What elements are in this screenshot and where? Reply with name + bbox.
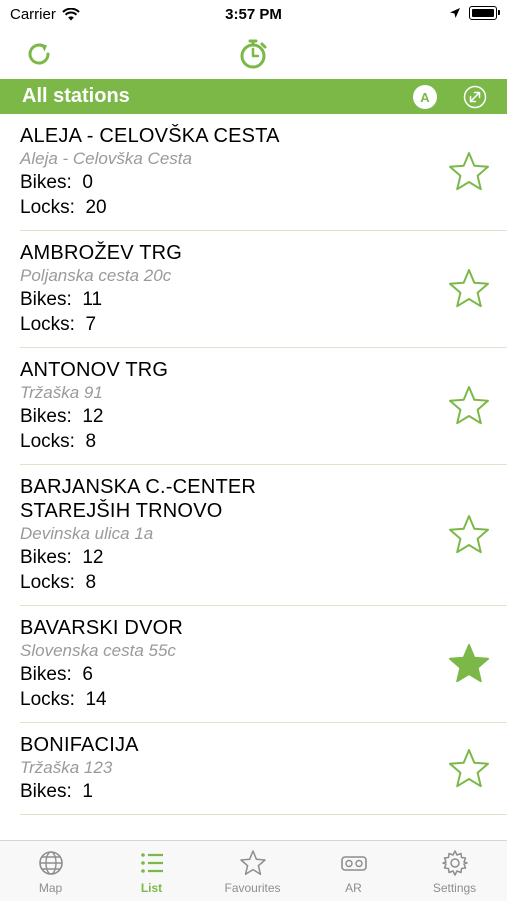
bikes-count: Bikes: 12: [20, 406, 104, 427]
locks-count: Locks: 8: [20, 572, 97, 593]
station-name: ALEJA - CELOVŠKA CESTA: [20, 125, 280, 147]
star-icon: [239, 850, 266, 876]
station-name: BONIFACIJA: [20, 734, 139, 756]
bikes-count: Bikes: 12: [20, 547, 104, 568]
star-icon: [449, 269, 489, 308]
refresh-button[interactable]: [19, 34, 59, 74]
toolbar: [0, 30, 507, 78]
bikes-count: Bikes: 11: [20, 289, 103, 310]
expand-icon: [463, 85, 487, 109]
station-name: AMBROŽEV TRG: [20, 242, 183, 264]
bikes-count: Bikes: 1: [20, 781, 93, 802]
timer-button[interactable]: [233, 34, 273, 74]
bikes-count: Bikes: 0: [20, 172, 93, 193]
stopwatch-icon: [240, 39, 267, 69]
station-name: BARJANSKA C.-CENTER STAREJŠIH TRNOVO: [20, 476, 257, 522]
expand-button[interactable]: [463, 85, 487, 109]
station-address: Poljanska cesta 20c: [20, 266, 172, 285]
clock: 3:57 PM: [225, 6, 282, 23]
station-address: Tržaška 91: [20, 383, 103, 402]
list-icon: [140, 853, 163, 873]
station-address: Devinska ulica 1a: [20, 524, 154, 543]
station-address: Slovenska cesta 55c: [20, 641, 176, 660]
station-row[interactable]: BONIFACIJA Tržaška 123 Bikes: 1 Locks:: [20, 723, 507, 815]
locks-count: Locks: 8: [20, 431, 97, 452]
star-icon: [449, 386, 489, 425]
tab-bar: Map List Favourites AR Settings: [0, 840, 507, 901]
tab-map-label: Map: [38, 881, 63, 895]
tab-settings[interactable]: Settings: [404, 841, 505, 901]
tab-settings-label: Settings: [432, 881, 477, 895]
station-row[interactable]: ANTONOV TRG Tržaška 91 Bikes: 12 Locks: …: [20, 348, 507, 465]
bikes-count: Bikes: 6: [20, 664, 93, 685]
refresh-icon: [28, 43, 50, 65]
station-list[interactable]: ALEJA - CELOVŠKA CESTA Aleja - Celovška …: [0, 114, 507, 840]
favourite-button[interactable]: [447, 384, 491, 428]
sort-alphabetical-button[interactable]: A: [413, 85, 437, 109]
status-bar: Carrier 3:57 PM: [0, 0, 507, 30]
station-name: ANTONOV TRG: [20, 359, 169, 381]
tab-favourites[interactable]: Favourites: [202, 841, 303, 901]
favourite-button[interactable]: [447, 150, 491, 194]
star-icon: [449, 152, 489, 191]
location-arrow-icon: [450, 8, 460, 18]
tab-list-label: List: [140, 881, 163, 895]
favourite-button[interactable]: [447, 747, 491, 791]
section-header: All stations A: [0, 79, 507, 114]
tab-ar[interactable]: AR: [303, 841, 404, 901]
station-address: Aleja - Celovška Cesta: [20, 149, 192, 168]
section-title: All stations: [22, 85, 130, 107]
vr-headset-icon: [340, 856, 367, 871]
gear-icon: [441, 850, 468, 876]
star-icon: [449, 644, 489, 683]
locks-count: Locks: 14: [20, 689, 107, 710]
station-row[interactable]: BARJANSKA C.-CENTER STAREJŠIH TRNOVO Dev…: [20, 465, 507, 606]
tab-map[interactable]: Map: [0, 841, 101, 901]
locks-count: Locks: 7: [20, 314, 97, 335]
station-name: BAVARSKI DVOR: [20, 617, 184, 639]
tab-favourites-label: Favourites: [224, 881, 281, 895]
locks-count: Locks: 20: [20, 197, 107, 218]
globe-icon: [38, 851, 63, 875]
station-row[interactable]: AMBROŽEV TRG Poljanska cesta 20c Bikes: …: [20, 231, 507, 348]
favourite-button-active[interactable]: [447, 642, 491, 686]
station-address: Tržaška 123: [20, 758, 113, 777]
favourite-button[interactable]: [447, 267, 491, 311]
station-row[interactable]: ALEJA - CELOVŠKA CESTA Aleja - Celovška …: [20, 114, 507, 231]
station-row[interactable]: BAVARSKI DVOR Slovenska cesta 55c Bikes:…: [20, 606, 507, 723]
tab-ar-label: AR: [345, 881, 362, 895]
favourite-button[interactable]: [447, 513, 491, 557]
battery-icon: [469, 6, 500, 20]
status-right: [449, 6, 500, 20]
tab-list[interactable]: List: [101, 841, 202, 901]
star-icon: [449, 748, 489, 787]
star-icon: [449, 515, 489, 554]
